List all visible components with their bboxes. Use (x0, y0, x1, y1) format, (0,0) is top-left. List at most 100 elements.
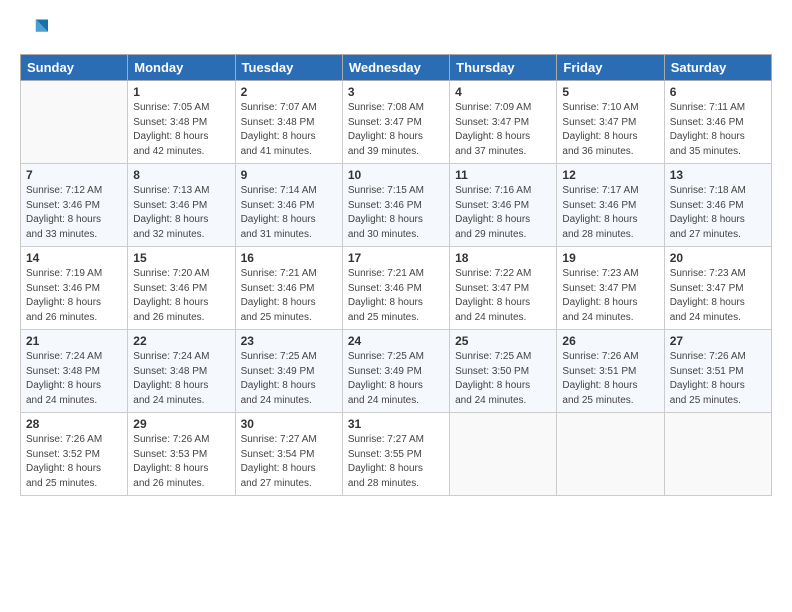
day-header-wednesday: Wednesday (342, 55, 449, 81)
day-number: 29 (133, 417, 229, 431)
logo-icon (20, 16, 48, 44)
day-number: 23 (241, 334, 337, 348)
day-number: 19 (562, 251, 658, 265)
calendar-cell: 21 Sunrise: 7:24 AMSunset: 3:48 PMDayligh… (21, 330, 128, 413)
day-number: 28 (26, 417, 122, 431)
day-info: Sunrise: 7:26 AMSunset: 3:51 PMDaylight:… (670, 350, 766, 408)
day-info: Sunrise: 7:26 AMSunset: 3:53 PMDaylight:… (133, 433, 229, 491)
day-number: 22 (133, 334, 229, 348)
day-info: Sunrise: 7:18 AMSunset: 3:46 PMDaylight:… (670, 184, 766, 242)
calendar-cell: 12Sunrise: 7:17 AMSunset: 3:46 PMDayligh… (557, 164, 664, 247)
day-header-tuesday: Tuesday (235, 55, 342, 81)
day-number: 9 (241, 168, 337, 182)
day-info: Sunrise: 7:19 AMSunset: 3:46 PMDaylight:… (26, 267, 122, 325)
day-number: 31 (348, 417, 444, 431)
calendar-cell: 5Sunrise: 7:10 AMSunset: 3:47 PMDaylight… (557, 81, 664, 164)
day-number: 13 (670, 168, 766, 182)
day-number: 4 (455, 85, 551, 99)
calendar-week-row: 28 Sunrise: 7:26 AMSunset: 3:52 PMDayligh… (21, 413, 772, 496)
calendar-cell: 19 Sunrise: 7:23 AMSunset: 3:47 PMDayligh… (557, 247, 664, 330)
day-header-sunday: Sunday (21, 55, 128, 81)
day-info: Sunrise: 7:22 AMSunset: 3:47 PMDaylight:… (455, 267, 551, 325)
calendar-cell: 11Sunrise: 7:16 AMSunset: 3:46 PMDayligh… (450, 164, 557, 247)
calendar-cell: 27 Sunrise: 7:26 AMSunset: 3:51 PMDayligh… (664, 330, 771, 413)
calendar-cell: 1Sunrise: 7:05 AMSunset: 3:48 PMDaylight… (128, 81, 235, 164)
calendar-cell: 6 Sunrise: 7:11 AMSunset: 3:46 PMDaylight… (664, 81, 771, 164)
day-header-monday: Monday (128, 55, 235, 81)
day-number: 15 (133, 251, 229, 265)
day-number: 24 (348, 334, 444, 348)
calendar-cell: 24 Sunrise: 7:25 AMSunset: 3:49 PMDayligh… (342, 330, 449, 413)
day-info: Sunrise: 7:20 AMSunset: 3:46 PMDaylight:… (133, 267, 229, 325)
calendar-week-row: 21 Sunrise: 7:24 AMSunset: 3:48 PMDayligh… (21, 330, 772, 413)
day-info: Sunrise: 7:27 AMSunset: 3:54 PMDaylight:… (241, 433, 337, 491)
day-info: Sunrise: 7:15 AMSunset: 3:46 PMDaylight:… (348, 184, 444, 242)
calendar-cell: 25 Sunrise: 7:25 AMSunset: 3:50 PMDayligh… (450, 330, 557, 413)
calendar-cell: 15 Sunrise: 7:20 AMSunset: 3:46 PMDayligh… (128, 247, 235, 330)
day-info: Sunrise: 7:11 AMSunset: 3:46 PMDaylight:… (670, 101, 766, 159)
day-number: 30 (241, 417, 337, 431)
calendar-cell: 9 Sunrise: 7:14 AMSunset: 3:46 PMDaylight… (235, 164, 342, 247)
calendar-cell: 14 Sunrise: 7:19 AMSunset: 3:46 PMDayligh… (21, 247, 128, 330)
day-info: Sunrise: 7:23 AMSunset: 3:47 PMDaylight:… (562, 267, 658, 325)
day-number: 10 (348, 168, 444, 182)
day-info: Sunrise: 7:25 AMSunset: 3:50 PMDaylight:… (455, 350, 551, 408)
day-info: Sunrise: 7:21 AMSunset: 3:46 PMDaylight:… (348, 267, 444, 325)
day-header-saturday: Saturday (664, 55, 771, 81)
day-number: 25 (455, 334, 551, 348)
day-number: 2 (241, 85, 337, 99)
calendar-cell: 28 Sunrise: 7:26 AMSunset: 3:52 PMDayligh… (21, 413, 128, 496)
day-number: 27 (670, 334, 766, 348)
day-number: 20 (670, 251, 766, 265)
day-number: 1 (133, 85, 229, 99)
calendar-cell: 4 Sunrise: 7:09 AMSunset: 3:47 PMDaylight… (450, 81, 557, 164)
calendar-cell: 8Sunrise: 7:13 AMSunset: 3:46 PMDaylight… (128, 164, 235, 247)
calendar-cell: 20Sunrise: 7:23 AMSunset: 3:47 PMDayligh… (664, 247, 771, 330)
calendar-week-row: 7Sunrise: 7:12 AMSunset: 3:46 PMDaylight… (21, 164, 772, 247)
day-number: 18 (455, 251, 551, 265)
day-info: Sunrise: 7:13 AMSunset: 3:46 PMDaylight:… (133, 184, 229, 242)
day-info: Sunrise: 7:07 AMSunset: 3:48 PMDaylight:… (241, 101, 337, 159)
day-info: Sunrise: 7:25 AMSunset: 3:49 PMDaylight:… (241, 350, 337, 408)
calendar-cell (664, 413, 771, 496)
calendar-table: SundayMondayTuesdayWednesdayThursdayFrid… (20, 54, 772, 496)
day-info: Sunrise: 7:24 AMSunset: 3:48 PMDaylight:… (133, 350, 229, 408)
day-info: Sunrise: 7:26 AMSunset: 3:52 PMDaylight:… (26, 433, 122, 491)
calendar-cell: 7Sunrise: 7:12 AMSunset: 3:46 PMDaylight… (21, 164, 128, 247)
day-number: 26 (562, 334, 658, 348)
day-number: 12 (562, 168, 658, 182)
calendar-cell: 26 Sunrise: 7:26 AMSunset: 3:51 PMDayligh… (557, 330, 664, 413)
calendar-cell (450, 413, 557, 496)
day-header-friday: Friday (557, 55, 664, 81)
day-info: Sunrise: 7:27 AMSunset: 3:55 PMDaylight:… (348, 433, 444, 491)
day-info: Sunrise: 7:21 AMSunset: 3:46 PMDaylight:… (241, 267, 337, 325)
day-number: 14 (26, 251, 122, 265)
page: SundayMondayTuesdayWednesdayThursdayFrid… (0, 0, 792, 612)
day-info: Sunrise: 7:25 AMSunset: 3:49 PMDaylight:… (348, 350, 444, 408)
day-number: 17 (348, 251, 444, 265)
calendar-cell: 31 Sunrise: 7:27 AMSunset: 3:55 PMDayligh… (342, 413, 449, 496)
calendar-cell: 16 Sunrise: 7:21 AMSunset: 3:46 PMDayligh… (235, 247, 342, 330)
calendar-cell: 2 Sunrise: 7:07 AMSunset: 3:48 PMDaylight… (235, 81, 342, 164)
day-info: Sunrise: 7:09 AMSunset: 3:47 PMDaylight:… (455, 101, 551, 159)
day-info: Sunrise: 7:16 AMSunset: 3:46 PMDaylight:… (455, 184, 551, 242)
calendar-cell (21, 81, 128, 164)
day-info: Sunrise: 7:24 AMSunset: 3:48 PMDaylight:… (26, 350, 122, 408)
calendar-cell: 30 Sunrise: 7:27 AMSunset: 3:54 PMDayligh… (235, 413, 342, 496)
day-info: Sunrise: 7:08 AMSunset: 3:47 PMDaylight:… (348, 101, 444, 159)
day-info: Sunrise: 7:26 AMSunset: 3:51 PMDaylight:… (562, 350, 658, 408)
calendar-header-row: SundayMondayTuesdayWednesdayThursdayFrid… (21, 55, 772, 81)
calendar-cell (557, 413, 664, 496)
calendar-cell: 23 Sunrise: 7:25 AMSunset: 3:49 PMDayligh… (235, 330, 342, 413)
day-number: 21 (26, 334, 122, 348)
calendar-week-row: 14 Sunrise: 7:19 AMSunset: 3:46 PMDayligh… (21, 247, 772, 330)
day-info: Sunrise: 7:14 AMSunset: 3:46 PMDaylight:… (241, 184, 337, 242)
day-number: 5 (562, 85, 658, 99)
calendar-cell: 18 Sunrise: 7:22 AMSunset: 3:47 PMDayligh… (450, 247, 557, 330)
calendar-week-row: 1Sunrise: 7:05 AMSunset: 3:48 PMDaylight… (21, 81, 772, 164)
header (20, 16, 772, 44)
calendar-cell: 22 Sunrise: 7:24 AMSunset: 3:48 PMDayligh… (128, 330, 235, 413)
day-number: 6 (670, 85, 766, 99)
day-number: 16 (241, 251, 337, 265)
day-number: 7 (26, 168, 122, 182)
